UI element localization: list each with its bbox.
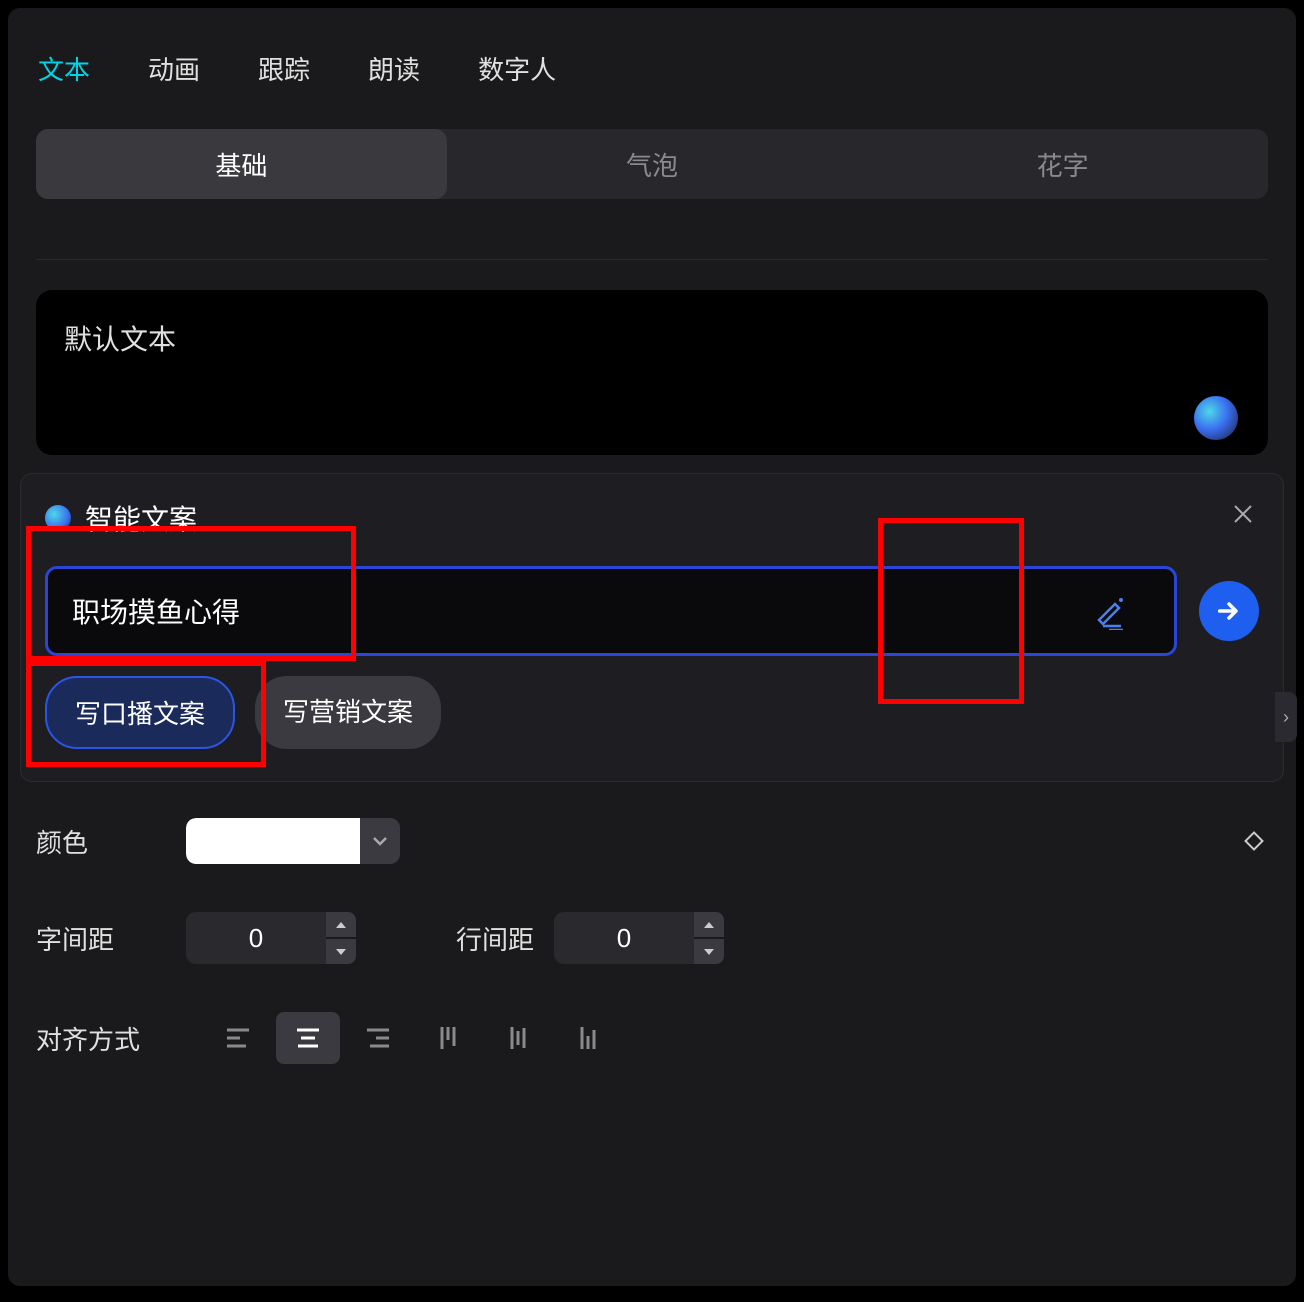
color-picker[interactable] <box>186 818 400 864</box>
keyframe-diamond-icon[interactable] <box>1240 827 1268 855</box>
tab-animation[interactable]: 动画 <box>148 50 200 87</box>
expand-handle[interactable]: › <box>1275 692 1297 742</box>
smart-panel-title: 智能文案 <box>85 498 197 538</box>
align-right-icon[interactable] <box>346 1012 410 1064</box>
chevron-down-icon[interactable] <box>360 818 400 864</box>
tab-avatar[interactable]: 数字人 <box>478 50 556 87</box>
submit-button[interactable] <box>1199 581 1259 641</box>
sub-tabs: 基础 气泡 花字 <box>36 129 1268 199</box>
close-icon[interactable] <box>1227 498 1259 530</box>
smart-copy-panel: 智能文案 › 写口播文案 写营销文案 <box>20 473 1284 782</box>
text-value: 默认文本 <box>64 324 176 355</box>
align-vertical-top-icon[interactable] <box>416 1012 480 1064</box>
align-vertical-center-icon[interactable] <box>486 1012 550 1064</box>
letter-spacing-label: 字间距 <box>36 920 166 957</box>
ai-orb-icon[interactable] <box>1194 396 1238 440</box>
line-spacing-label: 行间距 <box>456 920 534 957</box>
divider <box>36 259 1268 260</box>
pill-marketing-copy[interactable]: 写营销文案 <box>255 676 441 749</box>
subtab-bubble[interactable]: 气泡 <box>447 129 858 199</box>
align-left-icon[interactable] <box>206 1012 270 1064</box>
tab-text[interactable]: 文本 <box>38 50 90 87</box>
stepper-down-icon[interactable] <box>694 939 724 964</box>
letter-spacing-value[interactable]: 0 <box>186 912 326 964</box>
subtab-fancy[interactable]: 花字 <box>857 129 1268 199</box>
line-spacing-value[interactable]: 0 <box>554 912 694 964</box>
align-center-icon[interactable] <box>276 1012 340 1064</box>
color-label: 颜色 <box>36 823 166 860</box>
align-vertical-bottom-icon[interactable] <box>556 1012 620 1064</box>
stepper-down-icon[interactable] <box>326 939 356 964</box>
tab-read[interactable]: 朗读 <box>368 50 420 87</box>
text-content-input[interactable]: 默认文本 <box>36 290 1268 455</box>
color-swatch <box>186 818 360 864</box>
subtab-basic[interactable]: 基础 <box>36 129 447 199</box>
orb-icon <box>45 505 71 531</box>
stepper-up-icon[interactable] <box>694 912 724 937</box>
text-panel: 文本 动画 跟踪 朗读 数字人 基础 气泡 花字 默认文本 智能文案 <box>8 8 1296 1286</box>
letter-spacing-stepper[interactable]: 0 <box>186 912 356 964</box>
pill-broadcast-copy[interactable]: 写口播文案 <box>45 676 235 749</box>
top-tabs: 文本 动画 跟踪 朗读 数字人 <box>8 8 1296 129</box>
stepper-up-icon[interactable] <box>326 912 356 937</box>
magic-wand-icon[interactable] <box>1093 594 1129 630</box>
line-spacing-stepper[interactable]: 0 <box>554 912 724 964</box>
tab-tracking[interactable]: 跟踪 <box>258 50 310 87</box>
align-label: 对齐方式 <box>36 1020 166 1057</box>
smart-prompt-input[interactable] <box>45 566 1177 656</box>
